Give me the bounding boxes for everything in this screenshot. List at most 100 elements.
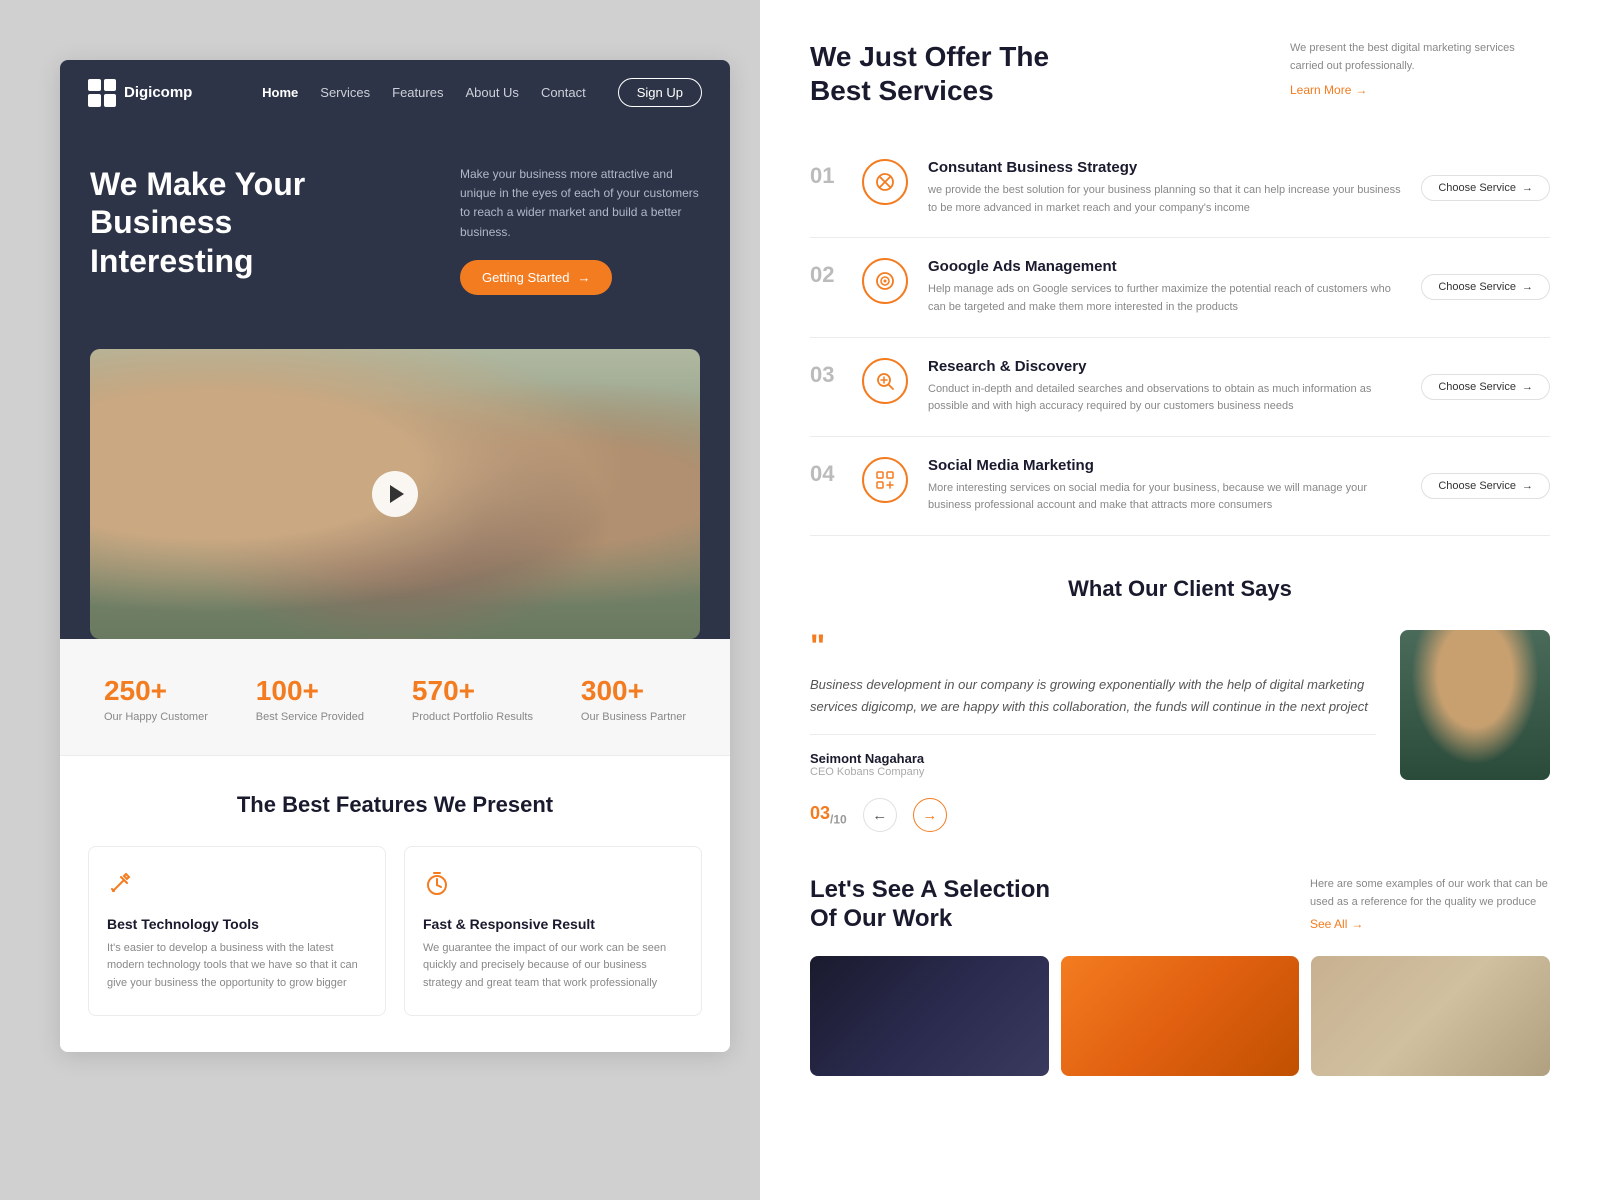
signup-button[interactable]: Sign Up (618, 78, 702, 107)
testimonial-author-name: Seimont Nagahara (810, 751, 1376, 766)
next-testimonial-button[interactable]: → (913, 798, 947, 832)
hero-section: We Make Your Business Interesting Make y… (60, 125, 730, 349)
service-item-2: 02 Gooogle Ads Management Help manage ad… (810, 238, 1550, 337)
service-num-1: 01 (810, 163, 842, 189)
service-desc-2: Help manage ads on Google services to fu… (928, 281, 1401, 316)
arrow-icon: → (1522, 480, 1533, 492)
nav-item-features[interactable]: Features (392, 84, 443, 102)
nav-item-services[interactable]: Services (320, 84, 370, 102)
social-media-icon (862, 457, 908, 503)
testimonial-image (1400, 630, 1550, 780)
portfolio-grid (810, 956, 1550, 1076)
stat-label-portfolio: Product Portfolio Results (412, 711, 533, 723)
feature-technology-name: Best Technology Tools (107, 916, 367, 932)
video-section (60, 349, 730, 639)
prev-testimonial-button[interactable]: ← (863, 798, 897, 832)
service-body-1: Consutant Business Strategy we provide t… (928, 159, 1401, 217)
choose-service-button-3[interactable]: Choose Service → (1421, 374, 1550, 400)
quote-icon: " (810, 630, 1376, 662)
service-body-2: Gooogle Ads Management Help manage ads o… (928, 258, 1401, 316)
service-num-3: 03 (810, 362, 842, 388)
features-title: The Best Features We Present (88, 792, 702, 818)
services-header-desc: We present the best digital marketing se… (1290, 40, 1550, 75)
stat-label-customers: Our Happy Customer (104, 711, 208, 723)
left-panel: Digicomp Home Services Features About Us… (0, 0, 760, 1200)
feature-responsive-name: Fast & Responsive Result (423, 916, 683, 932)
services-main-title: We Just Offer The Best Services (810, 40, 1090, 107)
google-ads-icon (862, 258, 908, 304)
service-desc-4: More interesting services on social medi… (928, 480, 1401, 515)
services-header: We Just Offer The Best Services We prese… (810, 40, 1550, 107)
testimonials-title: What Our Client Says (810, 576, 1550, 602)
stat-num-partners: 300+ (581, 675, 686, 707)
feature-technology: Best Technology Tools It's easier to dev… (88, 846, 386, 1016)
website-card: Digicomp Home Services Features About Us… (60, 60, 730, 1052)
feature-responsive-desc: We guarantee the impact of our work can … (423, 940, 683, 993)
services-header-right: We present the best digital marketing se… (1290, 40, 1550, 97)
testimonial-image-bg (1400, 630, 1550, 780)
nav-item-about[interactable]: About Us (465, 84, 518, 102)
stat-portfolio: 570+ Product Portfolio Results (412, 675, 533, 723)
arrow-icon: → (1522, 281, 1533, 293)
testimonial-text: Business development in our company is g… (810, 674, 1376, 735)
nav-item-contact[interactable]: Contact (541, 84, 586, 102)
portfolio-item-3[interactable] (1311, 956, 1550, 1076)
see-all-link[interactable]: See All → (1310, 917, 1550, 931)
testimonial-nav: 03/10 ← → (810, 798, 1376, 832)
navbar: Digicomp Home Services Features About Us… (60, 60, 730, 125)
testimonial-author-role: CEO Kobans Company (810, 766, 1376, 778)
stat-num-portfolio: 570+ (412, 675, 533, 707)
service-num-2: 02 (810, 262, 842, 288)
choose-service-button-4[interactable]: Choose Service → (1421, 473, 1550, 499)
research-icon (862, 358, 908, 404)
arrow-right-icon: → (1355, 83, 1367, 97)
portfolio-description: Here are some examples of our work that … (1310, 876, 1550, 911)
stat-num-customers: 250+ (104, 675, 208, 707)
portfolio-title: Let's See A Selection Of Our Work (810, 876, 1070, 934)
service-item-3: 03 Research & Discovery Conduct in-depth… (810, 338, 1550, 437)
service-name-3: Research & Discovery (928, 358, 1401, 375)
consultant-icon (862, 159, 908, 205)
wrench-icon (107, 869, 367, 904)
learn-more-link[interactable]: Learn More → (1290, 83, 1550, 97)
hero-title: We Make Your Business Interesting (90, 165, 370, 280)
nav-item-home[interactable]: Home (262, 84, 298, 102)
nav-links: Home Services Features About Us Contact (262, 84, 586, 102)
portfolio-item-1[interactable] (810, 956, 1049, 1076)
play-button[interactable] (372, 471, 418, 517)
arrow-right-icon: → (1351, 917, 1363, 931)
portfolio-header-right: Here are some examples of our work that … (1310, 876, 1550, 931)
service-name-2: Gooogle Ads Management (928, 258, 1401, 275)
hero-right: Make your business more attractive and u… (460, 165, 700, 295)
stat-num-services: 100+ (256, 675, 364, 707)
logo-icon (88, 79, 116, 107)
service-desc-3: Conduct in-depth and detailed searches a… (928, 381, 1401, 416)
right-panel: We Just Offer The Best Services We prese… (760, 0, 1600, 1200)
video-thumbnail[interactable] (90, 349, 700, 639)
service-num-4: 04 (810, 461, 842, 487)
testimonial-card: " Business development in our company is… (810, 630, 1550, 832)
stat-partners: 300+ Our Business Partner (581, 675, 686, 723)
arrow-icon: → (577, 270, 590, 285)
testimonials-section: What Our Client Says " Business developm… (810, 576, 1550, 832)
choose-service-button-2[interactable]: Choose Service → (1421, 274, 1550, 300)
getting-started-button[interactable]: Getting Started → (460, 260, 612, 295)
portfolio-item-2[interactable] (1061, 956, 1300, 1076)
portfolio-header: Let's See A Selection Of Our Work Here a… (810, 876, 1550, 934)
service-body-3: Research & Discovery Conduct in-depth an… (928, 358, 1401, 416)
stat-happy-customers: 250+ Our Happy Customer (104, 675, 208, 723)
stats-section: 250+ Our Happy Customer 100+ Best Servic… (60, 639, 730, 756)
features-section: The Best Features We Present Best Techno… (60, 756, 730, 1052)
feature-technology-desc: It's easier to develop a business with t… (107, 940, 367, 993)
logo: Digicomp (88, 79, 192, 107)
hero-content: We Make Your Business Interesting Make y… (90, 165, 700, 295)
service-item-4: 04 Social Media Marketing More interesti… (810, 437, 1550, 536)
hero-description: Make your business more attractive and u… (460, 165, 700, 242)
testimonial-content: " Business development in our company is… (810, 630, 1376, 832)
arrow-icon: → (1522, 381, 1533, 393)
testimonial-counter: 03/10 (810, 803, 847, 827)
choose-service-button-1[interactable]: Choose Service → (1421, 175, 1550, 201)
stat-label-partners: Our Business Partner (581, 711, 686, 723)
portfolio-section: Let's See A Selection Of Our Work Here a… (810, 876, 1550, 1076)
features-grid: Best Technology Tools It's easier to dev… (88, 846, 702, 1016)
